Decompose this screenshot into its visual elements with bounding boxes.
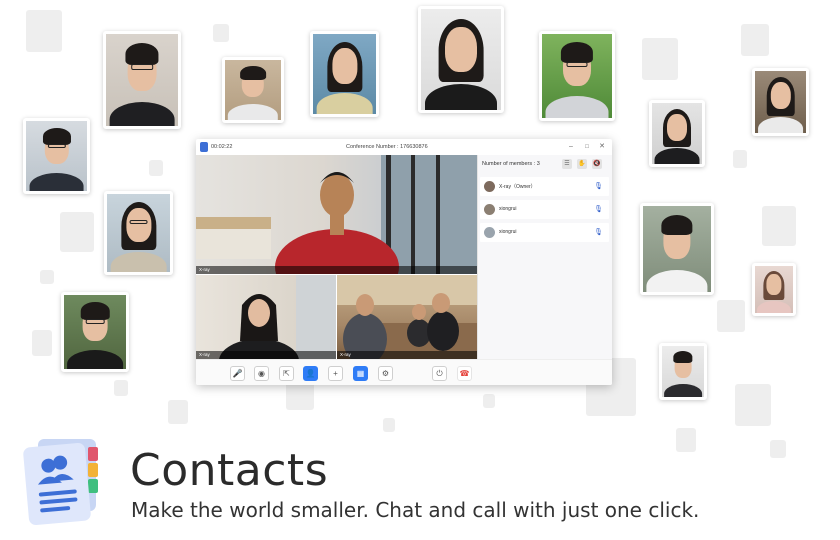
- hangup-icon[interactable]: ☎: [457, 366, 472, 381]
- layout-icon[interactable]: ▦: [353, 366, 368, 381]
- contact-photo: [752, 68, 809, 136]
- decor-square: [40, 270, 54, 284]
- decor-square: [213, 24, 229, 42]
- video-tile-right[interactable]: X-ray: [337, 275, 477, 359]
- contacts-app-icon: [23, 439, 98, 525]
- decor-square: [32, 330, 52, 356]
- mic-icon[interactable]: 🎙: [594, 182, 603, 190]
- decor-square: [114, 380, 128, 396]
- mic-icon[interactable]: 🎤: [230, 366, 245, 381]
- contact-photo: [104, 191, 173, 275]
- member-name: xiongrui: [499, 229, 517, 235]
- video-feed: [219, 275, 336, 359]
- member-row[interactable]: xiongrui 🎙: [480, 200, 609, 219]
- contact-photo: [640, 203, 714, 295]
- contact-photo: [103, 31, 181, 129]
- mic-icon[interactable]: 🎙: [594, 205, 603, 213]
- contact-photo: [752, 263, 796, 316]
- video-feed: [337, 275, 477, 359]
- member-avatar: [484, 227, 495, 238]
- member-row[interactable]: X-ray（Owner） 🎙: [480, 177, 609, 196]
- conference-window: 00:02:22 Conference Number : 176630876 –…: [196, 139, 612, 385]
- decor-square: [733, 150, 747, 168]
- raise-hand-icon[interactable]: ✋: [577, 159, 587, 169]
- decor-square: [149, 160, 163, 176]
- end-meeting-icon[interactable]: ⏻: [432, 366, 447, 381]
- contact-photo: [539, 31, 615, 121]
- decor-square: [383, 418, 395, 432]
- call-timer: 00:02:22: [211, 144, 233, 150]
- contact-photo: [222, 57, 284, 123]
- conference-number: Conference Number : 176630876: [346, 144, 428, 150]
- members-count: Number of members : 3: [482, 161, 540, 167]
- mute-all-icon[interactable]: 🔇: [592, 159, 602, 169]
- mic-icon[interactable]: 🎙: [594, 228, 603, 236]
- members-icon[interactable]: 👤: [303, 366, 318, 381]
- contact-photo: [418, 6, 504, 113]
- contact-photo: [23, 118, 90, 194]
- video-label: X-ray: [196, 351, 336, 359]
- contact-photo: [649, 100, 705, 167]
- member-avatar: [484, 181, 495, 192]
- contact-photo: [310, 31, 379, 117]
- contact-photo: [659, 343, 707, 400]
- decor-square: [762, 206, 796, 246]
- video-tile-main[interactable]: X-ray: [196, 155, 477, 274]
- settings-icon[interactable]: ⚙: [378, 366, 393, 381]
- close-icon[interactable]: ✕: [597, 142, 607, 152]
- member-avatar: [484, 204, 495, 215]
- decor-square: [770, 440, 786, 458]
- maximize-icon[interactable]: □: [582, 142, 592, 152]
- decor-square: [735, 384, 771, 426]
- page-title: Contacts: [130, 445, 329, 496]
- decor-square: [483, 394, 495, 408]
- minimize-icon[interactable]: –: [566, 142, 576, 152]
- call-control-bar: 🎤 ◉ ⇱ 👤 + ▦ ⚙ ⏻ ☎: [196, 359, 612, 385]
- share-screen-icon[interactable]: ⇱: [279, 366, 294, 381]
- app-logo-icon: [200, 142, 208, 152]
- video-feed: [196, 155, 477, 274]
- member-row[interactable]: xiongrui 🎙: [480, 223, 609, 242]
- video-label: X-ray: [337, 351, 477, 359]
- decor-square: [60, 212, 94, 252]
- member-name: xiongrui: [499, 206, 517, 212]
- decor-square: [676, 428, 696, 452]
- decor-square: [741, 24, 769, 56]
- tagline: Make the world smaller. Chat and call wi…: [131, 498, 700, 522]
- camera-icon[interactable]: ◉: [254, 366, 269, 381]
- decor-square: [642, 38, 678, 80]
- decor-square: [717, 300, 745, 332]
- member-name: X-ray（Owner）: [499, 184, 536, 190]
- video-tile-left[interactable]: X-ray: [196, 275, 336, 359]
- invite-icon[interactable]: +: [328, 366, 343, 381]
- video-label: X-ray: [196, 266, 477, 274]
- decor-square: [26, 10, 62, 52]
- list-view-icon[interactable]: ☰: [562, 159, 572, 169]
- title-bar: 00:02:22 Conference Number : 176630876 –…: [196, 139, 612, 155]
- members-panel: Number of members : 3 ☰ ✋ 🔇 X-ray（Owner）…: [477, 155, 612, 359]
- contact-photo: [61, 292, 129, 372]
- decor-square: [168, 400, 188, 424]
